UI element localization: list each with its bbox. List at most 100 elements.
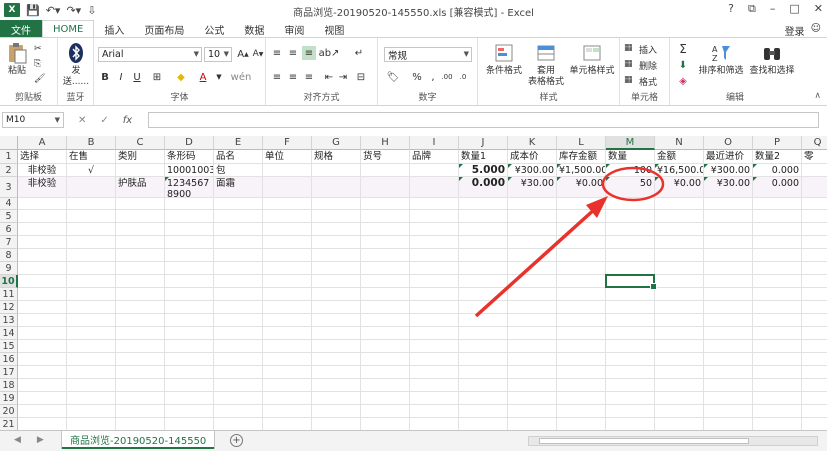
cell[interactable]: [704, 314, 753, 327]
cell[interactable]: [263, 223, 312, 236]
insert-function-button[interactable]: fx: [123, 115, 132, 126]
cell[interactable]: [655, 198, 704, 210]
cell[interactable]: [116, 236, 165, 249]
cell[interactable]: 12345678900: [165, 177, 214, 198]
autosum-icon[interactable]: Σ: [676, 42, 690, 56]
cell[interactable]: [361, 418, 410, 430]
cell[interactable]: [655, 418, 704, 430]
align-middle-icon[interactable]: ≡: [286, 46, 300, 60]
cell[interactable]: [214, 210, 263, 223]
cell[interactable]: [802, 379, 827, 392]
format-as-table-button[interactable]: 套用 表格格式: [526, 42, 566, 88]
cell[interactable]: [508, 236, 557, 249]
cell[interactable]: [214, 262, 263, 275]
paste-button[interactable]: 粘贴: [6, 42, 28, 77]
cancel-icon[interactable]: ✕: [78, 115, 86, 126]
add-sheet-button[interactable]: +: [230, 434, 243, 447]
cell[interactable]: [508, 288, 557, 301]
cell[interactable]: ¥0.00: [655, 177, 704, 198]
cell[interactable]: [214, 223, 263, 236]
cell[interactable]: [361, 314, 410, 327]
cell[interactable]: [459, 366, 508, 379]
cell[interactable]: [557, 418, 606, 430]
cell[interactable]: [214, 405, 263, 418]
row-header[interactable]: 14: [0, 327, 18, 340]
cell[interactable]: [116, 288, 165, 301]
cell[interactable]: [18, 379, 67, 392]
cell[interactable]: [18, 198, 67, 210]
cell[interactable]: [704, 223, 753, 236]
row-header[interactable]: 19: [0, 392, 18, 405]
column-header[interactable]: E: [214, 136, 263, 150]
comma-icon[interactable]: ,: [426, 70, 440, 84]
cell[interactable]: [67, 314, 116, 327]
cell[interactable]: [802, 262, 827, 275]
cell[interactable]: [410, 418, 459, 430]
cell[interactable]: [802, 249, 827, 262]
cell[interactable]: [263, 392, 312, 405]
cell[interactable]: [263, 327, 312, 340]
cell[interactable]: [802, 327, 827, 340]
cell[interactable]: [263, 340, 312, 353]
cell[interactable]: 50: [606, 177, 655, 198]
cell[interactable]: [361, 340, 410, 353]
maximize-icon[interactable]: □: [789, 2, 799, 16]
cell[interactable]: [263, 275, 312, 288]
cell[interactable]: [18, 288, 67, 301]
cell[interactable]: [116, 418, 165, 430]
cell[interactable]: [557, 379, 606, 392]
cell[interactable]: [361, 275, 410, 288]
cell[interactable]: [214, 236, 263, 249]
column-header[interactable]: A: [18, 136, 67, 150]
column-header[interactable]: N: [655, 136, 704, 150]
row-header[interactable]: 4: [0, 198, 18, 210]
cell[interactable]: [753, 418, 802, 430]
cell[interactable]: [116, 353, 165, 366]
cell[interactable]: [459, 210, 508, 223]
cell[interactable]: [753, 301, 802, 314]
cell[interactable]: [263, 262, 312, 275]
fill-color-icon[interactable]: ◆: [174, 70, 188, 84]
cell[interactable]: [214, 198, 263, 210]
cell[interactable]: [704, 366, 753, 379]
cell[interactable]: [361, 236, 410, 249]
cell[interactable]: [67, 392, 116, 405]
row-header[interactable]: 11: [0, 288, 18, 301]
cell[interactable]: [459, 379, 508, 392]
cell[interactable]: [655, 249, 704, 262]
cell[interactable]: [606, 198, 655, 210]
cell[interactable]: ¥30.00: [508, 177, 557, 198]
cell[interactable]: [410, 314, 459, 327]
cell[interactable]: [753, 236, 802, 249]
cell[interactable]: [165, 366, 214, 379]
cell[interactable]: [116, 314, 165, 327]
cell[interactable]: [704, 288, 753, 301]
column-header[interactable]: K: [508, 136, 557, 150]
cell[interactable]: 库存金额: [557, 150, 606, 164]
cell[interactable]: [116, 262, 165, 275]
cell[interactable]: [361, 301, 410, 314]
cell[interactable]: [165, 392, 214, 405]
cell[interactable]: [802, 198, 827, 210]
horizontal-scrollbar[interactable]: [528, 436, 818, 446]
row-header[interactable]: 18: [0, 379, 18, 392]
cell[interactable]: 规格: [312, 150, 361, 164]
cell[interactable]: [361, 353, 410, 366]
cell[interactable]: [18, 405, 67, 418]
cell[interactable]: [655, 353, 704, 366]
cell[interactable]: [18, 340, 67, 353]
cell[interactable]: ¥0.00: [557, 177, 606, 198]
column-header[interactable]: C: [116, 136, 165, 150]
cell[interactable]: [508, 301, 557, 314]
cell[interactable]: [410, 353, 459, 366]
cell[interactable]: [263, 314, 312, 327]
column-header[interactable]: H: [361, 136, 410, 150]
column-header[interactable]: G: [312, 136, 361, 150]
cell[interactable]: [312, 301, 361, 314]
cell[interactable]: [508, 405, 557, 418]
cell[interactable]: [508, 249, 557, 262]
cell[interactable]: [312, 340, 361, 353]
cell[interactable]: [508, 353, 557, 366]
cell[interactable]: [655, 236, 704, 249]
cell[interactable]: [67, 223, 116, 236]
